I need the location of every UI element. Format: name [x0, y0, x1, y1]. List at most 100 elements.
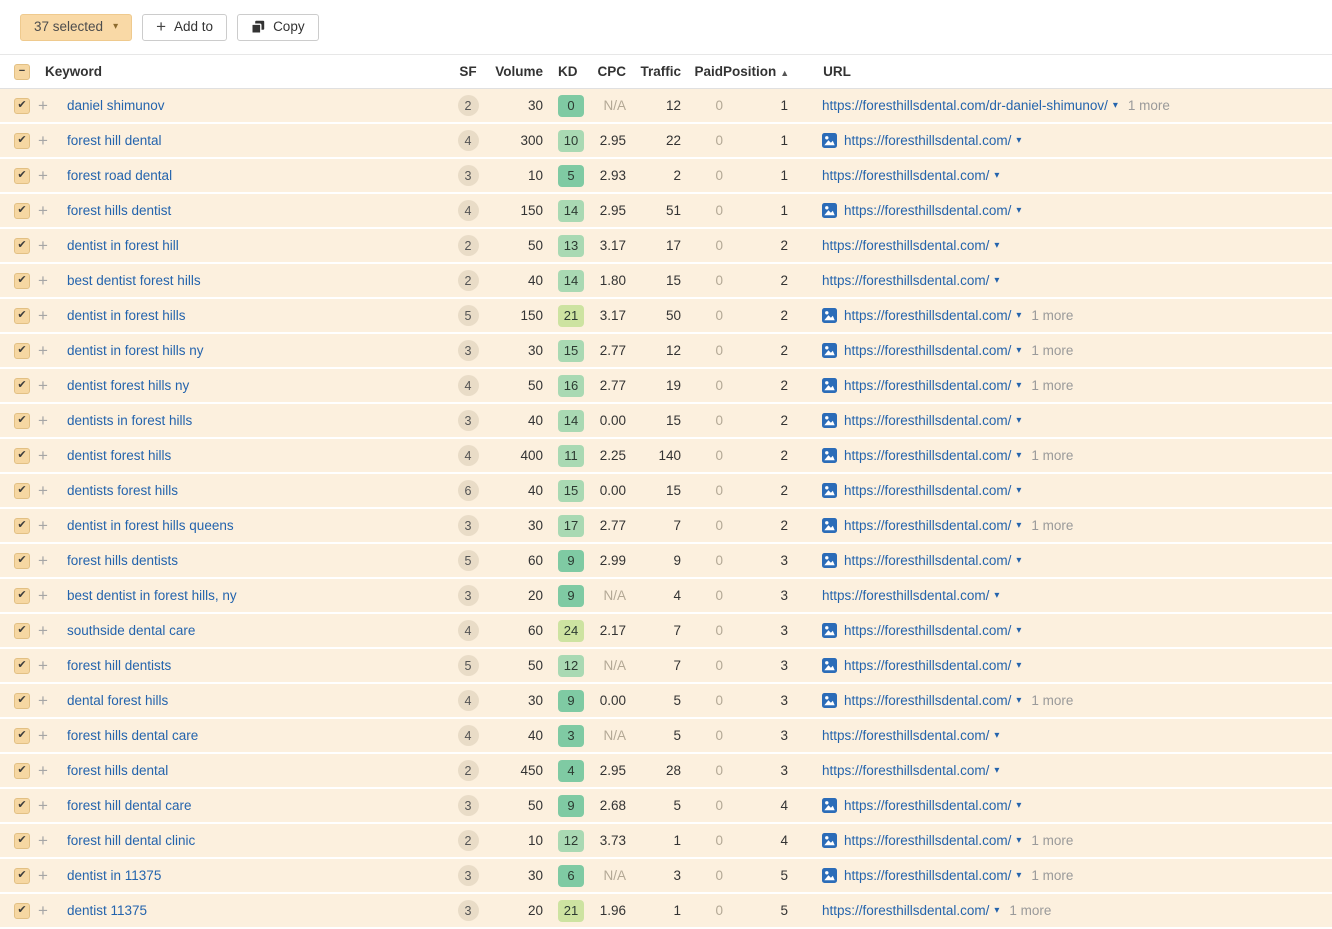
column-header-keyword[interactable]: Keyword — [38, 64, 447, 79]
serp-features-badge[interactable]: 4 — [458, 620, 479, 641]
serp-features-badge[interactable]: 4 — [458, 375, 479, 396]
keyword-link[interactable]: forest hill dentists — [67, 658, 171, 673]
url-link[interactable]: https://foresthillsdental.com/dr-daniel-… — [822, 98, 1108, 113]
copy-button[interactable]: Copy — [237, 14, 319, 41]
keyword-link[interactable]: dentist forest hills — [67, 448, 171, 463]
add-keyword-icon[interactable]: + — [38, 831, 62, 851]
add-keyword-icon[interactable]: + — [38, 586, 62, 606]
serp-features-badge[interactable]: 4 — [458, 200, 479, 221]
serp-features-badge[interactable]: 5 — [458, 305, 479, 326]
add-keyword-icon[interactable]: + — [38, 481, 62, 501]
url-link[interactable]: https://foresthillsdental.com/ — [844, 343, 1011, 358]
add-keyword-icon[interactable]: + — [38, 516, 62, 536]
row-checkbox[interactable]: ✔ — [14, 553, 30, 569]
add-keyword-icon[interactable]: + — [38, 131, 62, 151]
url-link[interactable]: https://foresthillsdental.com/ — [844, 413, 1011, 428]
more-urls-label[interactable]: 1 more — [1031, 518, 1073, 533]
url-link[interactable]: https://foresthillsdental.com/ — [844, 483, 1011, 498]
url-dropdown-icon[interactable]: ▾ — [1016, 555, 1021, 566]
add-keyword-icon[interactable]: + — [38, 656, 62, 676]
url-dropdown-icon[interactable]: ▾ — [1016, 870, 1021, 881]
serp-features-badge[interactable]: 3 — [458, 340, 479, 361]
serp-features-badge[interactable]: 6 — [458, 480, 479, 501]
url-link[interactable]: https://foresthillsdental.com/ — [844, 518, 1011, 533]
url-link[interactable]: https://foresthillsdental.com/ — [844, 133, 1011, 148]
keyword-link[interactable]: dentist 11375 — [67, 903, 147, 918]
url-dropdown-icon[interactable]: ▾ — [1016, 835, 1021, 846]
add-keyword-icon[interactable]: + — [38, 236, 62, 256]
row-checkbox[interactable]: ✔ — [14, 273, 30, 289]
row-checkbox[interactable]: ✔ — [14, 693, 30, 709]
url-dropdown-icon[interactable]: ▾ — [994, 275, 999, 286]
url-dropdown-icon[interactable]: ▾ — [994, 590, 999, 601]
column-header-sf[interactable]: SF — [447, 64, 489, 79]
serp-features-badge[interactable]: 4 — [458, 445, 479, 466]
serp-features-badge[interactable]: 3 — [458, 900, 479, 921]
url-dropdown-icon[interactable]: ▾ — [994, 240, 999, 251]
url-link[interactable]: https://foresthillsdental.com/ — [844, 448, 1011, 463]
url-link[interactable]: https://foresthillsdental.com/ — [844, 203, 1011, 218]
add-keyword-icon[interactable]: + — [38, 761, 62, 781]
add-keyword-icon[interactable]: + — [38, 341, 62, 361]
row-checkbox[interactable]: ✔ — [14, 203, 30, 219]
serp-features-badge[interactable]: 5 — [458, 550, 479, 571]
add-keyword-icon[interactable]: + — [38, 446, 62, 466]
row-checkbox[interactable]: ✔ — [14, 133, 30, 149]
add-keyword-icon[interactable]: + — [38, 901, 62, 921]
url-dropdown-icon[interactable]: ▾ — [994, 170, 999, 181]
keyword-link[interactable]: forest hills dental — [67, 763, 168, 778]
row-checkbox[interactable]: ✔ — [14, 343, 30, 359]
row-checkbox[interactable]: ✔ — [14, 763, 30, 779]
url-link[interactable]: https://foresthillsdental.com/ — [844, 553, 1011, 568]
more-urls-label[interactable]: 1 more — [1031, 343, 1073, 358]
more-urls-label[interactable]: 1 more — [1031, 378, 1073, 393]
more-urls-label[interactable]: 1 more — [1031, 448, 1073, 463]
add-keyword-icon[interactable]: + — [38, 96, 62, 116]
row-checkbox[interactable]: ✔ — [14, 98, 30, 114]
more-urls-label[interactable]: 1 more — [1031, 868, 1073, 883]
url-link[interactable]: https://foresthillsdental.com/ — [844, 378, 1011, 393]
row-checkbox[interactable]: ✔ — [14, 728, 30, 744]
url-dropdown-icon[interactable]: ▾ — [1016, 485, 1021, 496]
row-checkbox[interactable]: ✔ — [14, 413, 30, 429]
keyword-link[interactable]: dentist in forest hills ny — [67, 343, 204, 358]
serp-features-badge[interactable]: 3 — [458, 410, 479, 431]
url-link[interactable]: https://foresthillsdental.com/ — [822, 763, 989, 778]
row-checkbox[interactable]: ✔ — [14, 868, 30, 884]
column-header-kd[interactable]: KD — [543, 64, 590, 79]
serp-features-badge[interactable]: 2 — [458, 760, 479, 781]
serp-features-badge[interactable]: 3 — [458, 795, 479, 816]
column-header-url[interactable]: URL — [789, 64, 1332, 79]
row-checkbox[interactable]: ✔ — [14, 903, 30, 919]
url-dropdown-icon[interactable]: ▾ — [1016, 205, 1021, 216]
serp-features-badge[interactable]: 3 — [458, 585, 479, 606]
url-link[interactable]: https://foresthillsdental.com/ — [844, 833, 1011, 848]
row-checkbox[interactable]: ✔ — [14, 168, 30, 184]
serp-features-badge[interactable]: 4 — [458, 690, 479, 711]
keyword-link[interactable]: dentist in forest hills — [67, 308, 186, 323]
row-checkbox[interactable]: ✔ — [14, 378, 30, 394]
url-dropdown-icon[interactable]: ▾ — [1016, 415, 1021, 426]
column-header-volume[interactable]: Volume — [489, 64, 543, 79]
row-checkbox[interactable]: ✔ — [14, 588, 30, 604]
keyword-link[interactable]: forest road dental — [67, 168, 172, 183]
url-dropdown-icon[interactable]: ▾ — [1016, 695, 1021, 706]
row-checkbox[interactable]: ✔ — [14, 448, 30, 464]
add-keyword-icon[interactable]: + — [38, 551, 62, 571]
row-checkbox[interactable]: ✔ — [14, 658, 30, 674]
selected-count-dropdown[interactable]: 37 selected ▾ — [20, 14, 132, 41]
keyword-link[interactable]: dental forest hills — [67, 693, 168, 708]
url-link[interactable]: https://foresthillsdental.com/ — [844, 308, 1011, 323]
serp-features-badge[interactable]: 4 — [458, 725, 479, 746]
url-dropdown-icon[interactable]: ▾ — [1016, 380, 1021, 391]
more-urls-label[interactable]: 1 more — [1031, 308, 1073, 323]
select-all-checkbox[interactable]: − — [14, 64, 30, 80]
url-dropdown-icon[interactable]: ▾ — [1016, 660, 1021, 671]
row-checkbox[interactable]: ✔ — [14, 238, 30, 254]
serp-features-badge[interactable]: 2 — [458, 235, 479, 256]
column-header-position[interactable]: Position▲ — [723, 64, 789, 79]
url-dropdown-icon[interactable]: ▾ — [1016, 310, 1021, 321]
keyword-link[interactable]: forest hills dental care — [67, 728, 198, 743]
url-dropdown-icon[interactable]: ▾ — [1016, 450, 1021, 461]
keyword-link[interactable]: best dentist forest hills — [67, 273, 201, 288]
